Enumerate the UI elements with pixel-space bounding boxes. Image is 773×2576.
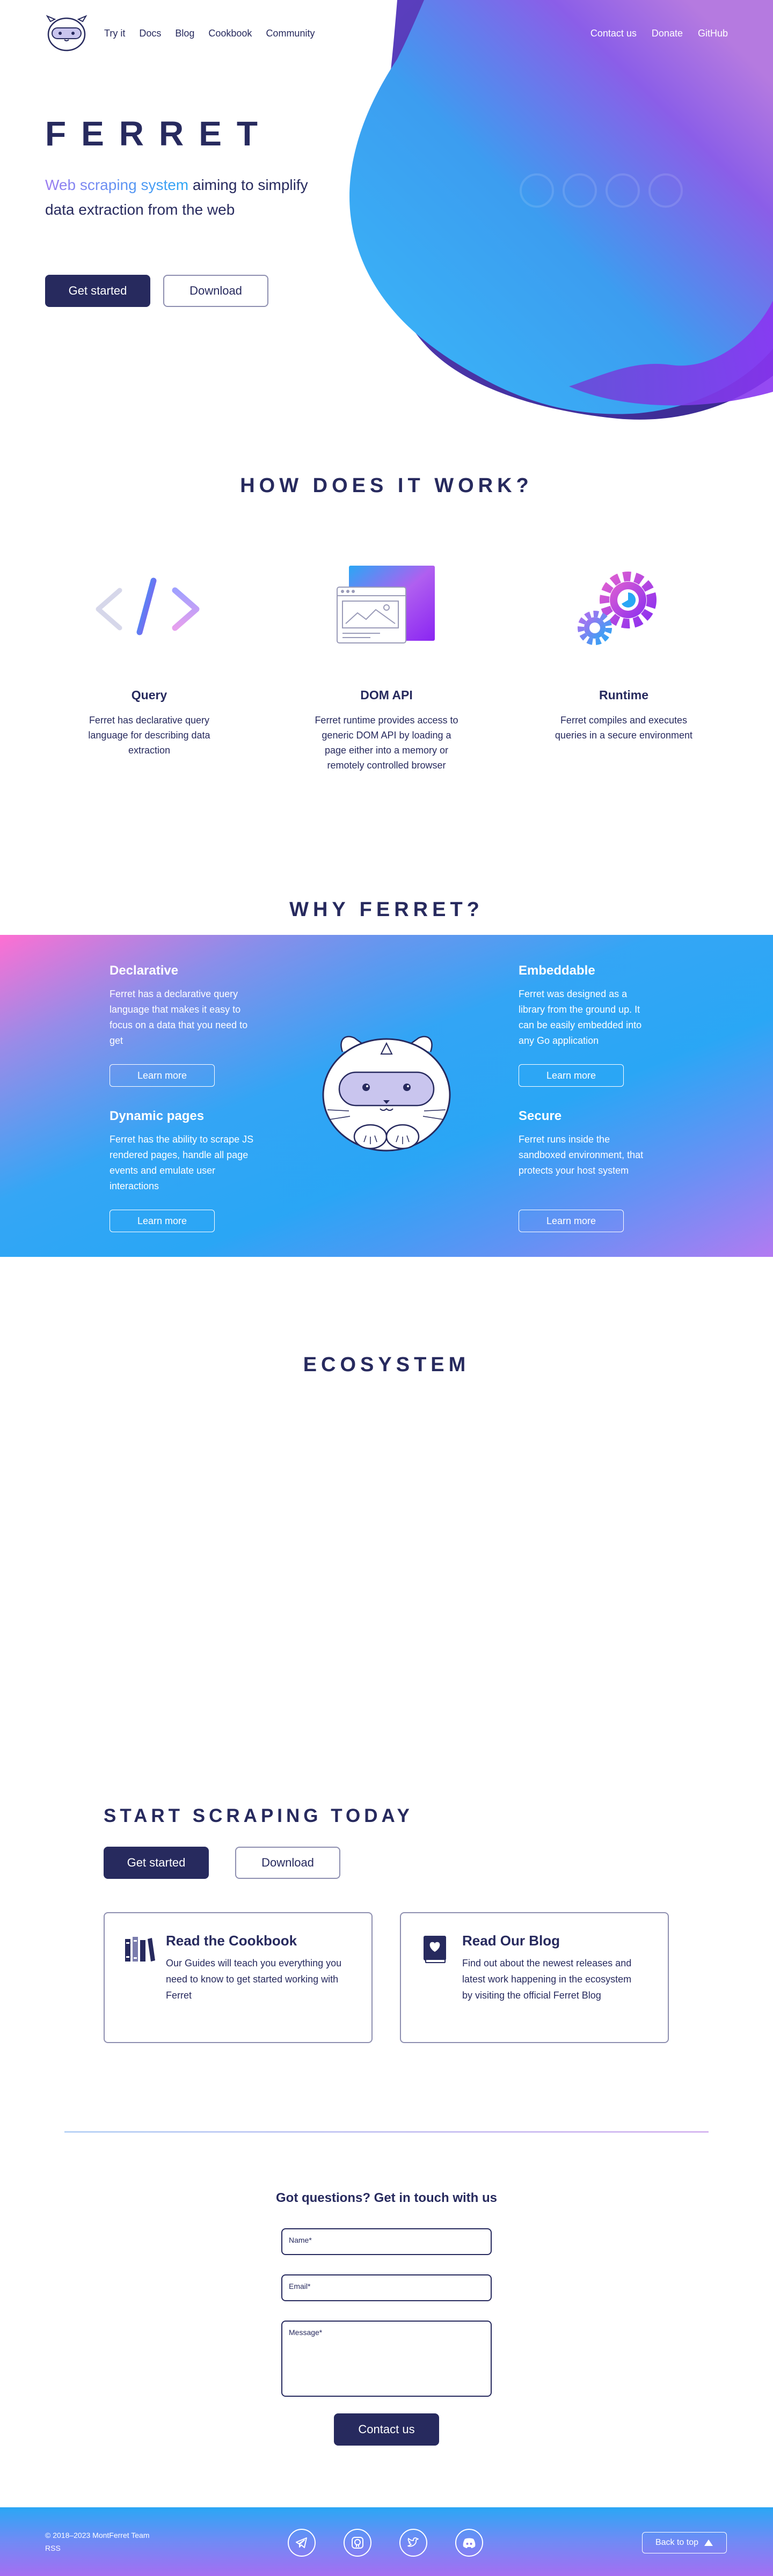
code-brackets-icon — [96, 577, 200, 635]
telegram-icon — [296, 2537, 307, 2548]
nav-cookbook[interactable]: Cookbook — [208, 28, 252, 39]
ferret-logo-icon — [46, 14, 87, 52]
hero-blob — [349, 0, 773, 420]
browser-window-icon — [337, 566, 435, 643]
why-dynamic-pages-desc: Ferret has the ability to scrape JS rend… — [110, 1134, 254, 1191]
arrow-up-icon — [704, 2540, 713, 2546]
why-dynamic-pages-title: Dynamic pages — [110, 1109, 205, 1123]
why-secure-desc: Ferret runs inside the sandboxed environ… — [519, 1134, 644, 1176]
blog-card-desc: Find out about the newest releases and l… — [462, 1958, 632, 2001]
discord-button[interactable] — [455, 2529, 483, 2557]
heart-book-icon — [424, 1936, 446, 1963]
message-field-label: Message* — [289, 2328, 323, 2337]
discord-icon — [463, 2538, 476, 2548]
why-dynamic-pages-learn-more-button[interactable]: Learn more — [110, 1210, 215, 1232]
start-download-button[interactable]: Download — [235, 1847, 340, 1879]
nav-donate[interactable]: Donate — [652, 28, 683, 39]
why-declarative-desc: Ferret has a declarative query language … — [110, 989, 248, 1046]
how-dom-api-desc: Ferret runtime provides access to generi… — [315, 715, 458, 771]
why-declarative-learn-more-button[interactable]: Learn more — [110, 1064, 215, 1087]
cookbook-card-title: Read the Cookbook — [166, 1933, 297, 1949]
contact-submit-button[interactable]: Contact us — [334, 2413, 439, 2446]
how-query-title: Query — [131, 688, 167, 702]
github-icon — [352, 2537, 363, 2549]
twitter-button[interactable] — [399, 2529, 427, 2557]
github-button[interactable] — [344, 2529, 371, 2557]
why-secure-title: Secure — [519, 1109, 562, 1123]
why-embeddable-title: Embeddable — [519, 963, 595, 978]
nav-try-it[interactable]: Try it — [104, 28, 125, 39]
how-runtime-title: Runtime — [599, 688, 648, 702]
message-field[interactable]: Message* — [281, 2321, 492, 2397]
why-declarative-title: Declarative — [110, 963, 179, 978]
nav-blog[interactable]: Blog — [175, 28, 194, 39]
footer-copyright: © 2018–2023 MontFerret Team — [45, 2531, 150, 2540]
why-title: WHY FERRET? — [289, 898, 484, 921]
cookbook-card-desc: Our Guides will teach you everything you… — [166, 1958, 342, 2001]
nav-docs[interactable]: Docs — [139, 28, 161, 39]
twitter-icon — [407, 2537, 419, 2547]
nav-contact-us[interactable]: Contact us — [590, 28, 637, 39]
name-field[interactable]: Name* — [281, 2228, 492, 2255]
books-icon — [125, 1937, 155, 1962]
nav-community[interactable]: Community — [266, 28, 315, 39]
start-get-started-button[interactable]: Get started — [104, 1847, 209, 1879]
logo[interactable] — [45, 14, 88, 52]
why-embeddable-desc: Ferret was designed as a library from th… — [519, 989, 642, 1046]
email-field[interactable]: Email* — [281, 2274, 492, 2301]
blog-card[interactable]: Read Our Blog Find out about the newest … — [400, 1912, 669, 2043]
footer-rss-link[interactable]: RSS — [45, 2544, 61, 2552]
contact-title: Got questions? Get in touch with us — [276, 2191, 497, 2205]
hero-download-button[interactable]: Download — [163, 275, 268, 307]
section-divider — [64, 2131, 709, 2133]
how-dom-api-title: DOM API — [360, 688, 413, 702]
hero-get-started-button[interactable]: Get started — [45, 275, 150, 307]
gears-icon — [578, 572, 657, 645]
hero-tagline: Web scraping system aiming to simplify d… — [45, 173, 308, 222]
ferret-mascot-icon — [322, 1036, 451, 1152]
how-title: HOW DOES IT WORK? — [240, 474, 533, 497]
nav-github[interactable]: GitHub — [698, 28, 728, 39]
name-field-label: Name* — [289, 2236, 312, 2244]
back-to-top-label: Back to top — [655, 2538, 699, 2547]
why-embeddable-learn-more-button[interactable]: Learn more — [519, 1064, 624, 1087]
tagline-text-1: aiming to simplify — [188, 177, 308, 193]
hero-title: FERRET — [45, 114, 273, 153]
start-title: START SCRAPING TODAY — [104, 1805, 413, 1826]
telegram-button[interactable] — [288, 2529, 316, 2557]
back-to-top-button[interactable]: Back to top — [642, 2532, 727, 2553]
ecosystem-title: ECOSYSTEM — [303, 1353, 470, 1376]
blog-card-title: Read Our Blog — [462, 1933, 560, 1949]
cookbook-card[interactable]: Read the Cookbook Our Guides will teach … — [104, 1912, 373, 2043]
why-secure-learn-more-button[interactable]: Learn more — [519, 1210, 624, 1232]
tagline-text-2: data extraction from the web — [45, 201, 235, 218]
how-query-desc: Ferret has declarative query language fo… — [88, 715, 210, 756]
tagline-highlight: Web scraping system — [45, 177, 189, 193]
how-runtime-desc: Ferret compiles and executes queries in … — [555, 715, 693, 741]
email-field-label: Email* — [289, 2282, 311, 2290]
